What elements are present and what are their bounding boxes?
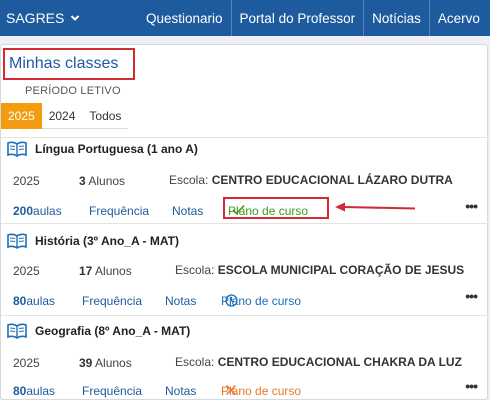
school-label: Escola: [169,173,209,187]
aulas-count: 80 [13,384,27,398]
class-card: História (3º Ano_A - MAT) 2025 17 Alunos… [1,223,489,311]
book-icon [7,323,27,339]
tab-todos[interactable]: Todos [82,103,128,129]
nav-questionario[interactable]: Questionario [138,0,231,36]
classes-panel: Minhas classes PERÍODO LETIVO 2025 2024 … [0,44,489,400]
class-title-row[interactable]: Língua Portuguesa (1 ano A) [7,138,198,160]
aulas-link[interactable]: 80 aulas [13,384,55,398]
plano-label: Plano de curso [221,294,302,308]
class-title: Língua Portuguesa (1 ano A) [35,142,198,156]
class-title: História (3º Ano_A - MAT) [35,234,179,248]
school-info: Escola: CENTRO EDUCACIONAL LÁZARO DUTRA [169,173,453,187]
plano-de-curso-link[interactable]: Plano de curso [221,294,301,308]
arrow-left-icon [335,202,416,212]
notas-link[interactable]: Notas [165,384,196,398]
school-info: Escola: CENTRO EDUCACIONAL CHAKRA DA LUZ [175,355,462,369]
book-icon [7,141,27,157]
book-icon [7,233,27,249]
notas-link[interactable]: Notas [172,204,203,218]
aulas-count: 200 [13,204,34,218]
aulas-link[interactable]: 80 aulas [13,294,55,308]
more-options-button[interactable]: ••• [465,288,478,304]
more-options-button[interactable]: ••• [465,198,478,214]
students-label: Alunos [88,174,126,188]
students-count: 17 [79,264,93,278]
school-label: Escola: [175,263,215,277]
students-count: 39 [79,356,93,370]
students-count-group: 39 Alunos [79,356,132,370]
class-title-row[interactable]: História (3º Ano_A - MAT) [7,230,179,252]
students-count-group: 3 Alunos [79,174,125,188]
frequencia-link[interactable]: Frequência [82,294,142,308]
highlight-box [223,197,329,219]
plano-label: Plano de curso [221,384,302,398]
class-year: 2025 [13,174,40,188]
nav-noticias[interactable]: Notícias [363,0,429,36]
nav-portal-do-professor[interactable]: Portal do Professor [230,0,364,36]
brand-menu[interactable]: SAGRES [0,0,138,36]
top-navbar: SAGRES Questionario Portal do Professor … [0,0,490,36]
tab-2024[interactable]: 2024 [42,103,83,129]
class-title-row[interactable]: Geografia (8º Ano_A - MAT) [7,320,190,342]
page-title: Minhas classes [3,48,135,80]
aulas-link[interactable]: 200 aulas [13,204,62,218]
school-name: CENTRO EDUCACIONAL CHAKRA DA LUZ [217,355,462,369]
students-label: Alunos [95,356,132,370]
chevron-down-icon [70,13,80,23]
frequencia-link[interactable]: Frequência [89,204,149,218]
tab-2025[interactable]: 2025 [1,103,42,129]
aulas-label: aulas [26,294,56,308]
class-info: 2025 3 Alunos [13,174,125,188]
year-tabs: 2025 2024 Todos [1,103,129,129]
aulas-count: 80 [13,294,27,308]
students-count: 3 [79,174,86,188]
class-info: 2025 39 Alunos [13,356,132,370]
plano-de-curso-link[interactable]: Plano de curso [221,384,301,398]
class-title: Geografia (8º Ano_A - MAT) [35,324,191,338]
class-card: Geografia (8º Ano_A - MAT) 2025 39 Aluno… [1,315,489,400]
class-info: 2025 17 Alunos [13,264,132,278]
more-options-button[interactable]: ••• [465,378,478,394]
periodo-letivo-label: PERÍODO LETIVO [25,85,121,97]
school-name: CENTRO EDUCACIONAL LÁZARO DUTRA [211,173,453,187]
frequencia-link[interactable]: Frequência [82,384,142,398]
notas-link[interactable]: Notas [165,294,196,308]
nav-acervo[interactable]: Acervo [428,0,488,36]
school-label: Escola: [175,355,215,369]
aulas-label: aulas [33,204,62,218]
students-count-group: 17 Alunos [79,264,132,278]
class-year: 2025 [13,264,40,278]
class-year: 2025 [13,356,40,370]
aulas-label: aulas [26,384,56,398]
students-label: Alunos [95,264,132,278]
brand-label: SAGRES [6,10,65,26]
school-info: Escola: ESCOLA MUNICIPAL CORAÇÃO DE JESU… [175,263,464,277]
school-name: ESCOLA MUNICIPAL CORAÇÃO DE JESUS [217,263,465,277]
